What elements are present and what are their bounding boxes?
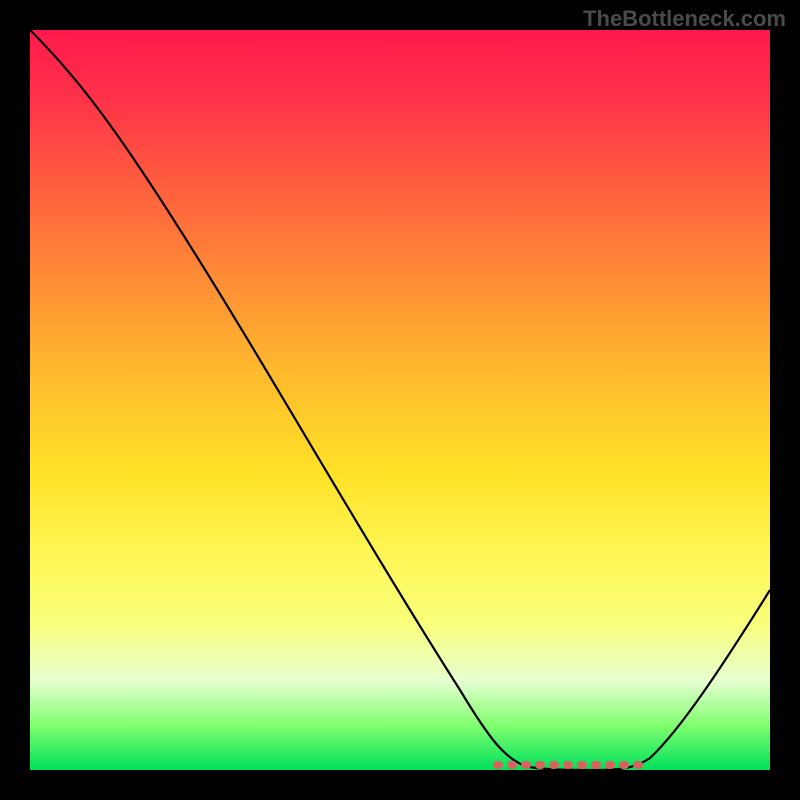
bottleneck-curve bbox=[30, 30, 770, 770]
watermark-text: TheBottleneck.com bbox=[583, 6, 786, 32]
chart-svg bbox=[30, 30, 770, 770]
chart-plot-area bbox=[30, 30, 770, 770]
